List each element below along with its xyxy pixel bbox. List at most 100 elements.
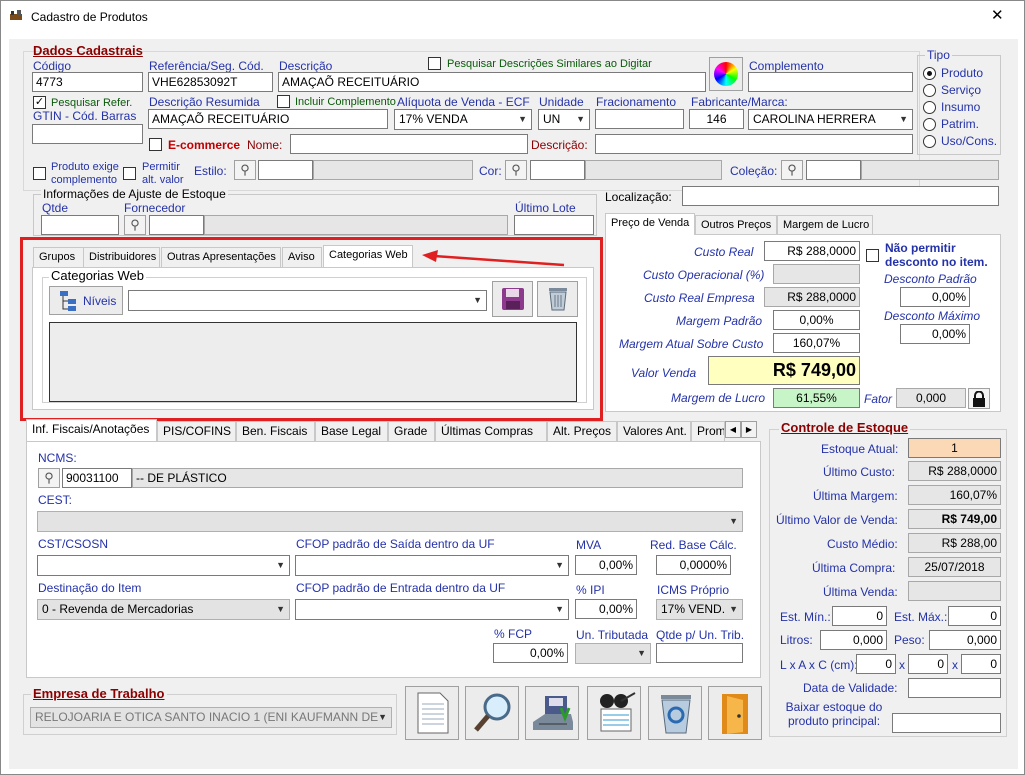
pesquisar-similares-label: Pesquisar Descrições Similares ao Digita…	[447, 58, 652, 70]
search-button[interactable]	[465, 686, 519, 740]
qtde-un-trib-input[interactable]	[656, 643, 743, 663]
nome-input[interactable]	[290, 134, 528, 154]
litros-input[interactable]: 0,000	[820, 630, 887, 650]
tipo-radio-4[interactable]	[923, 135, 936, 148]
custo-real-input[interactable]: R$ 288,0000	[764, 241, 860, 261]
incluir-complemento-checkbox[interactable]	[277, 95, 290, 108]
fornecedor-search-button[interactable]: ⚲	[124, 215, 146, 235]
preco-tab-1[interactable]: Outros Preços	[695, 215, 777, 235]
margem-padrao-input[interactable]: 0,00%	[773, 310, 860, 330]
mva-input[interactable]: 0,00%	[575, 555, 637, 575]
tipo-radio-1[interactable]	[923, 84, 936, 97]
ultima-margem-label: Última Margem:	[813, 489, 898, 503]
tabs2-scroll-right[interactable]: ▶	[741, 421, 757, 438]
estilo-search-button[interactable]: ⚲	[234, 160, 256, 180]
lock-button[interactable]	[968, 388, 990, 409]
permitir-alt-valor-checkbox[interactable]	[123, 167, 136, 180]
fcp-input[interactable]: 0,00%	[493, 643, 568, 663]
unidade-select[interactable]: UN ▼	[538, 109, 590, 130]
est-min-input[interactable]: 0	[832, 606, 887, 626]
valor-venda-input[interactable]: R$ 749,00	[708, 356, 860, 385]
color-wheel-button[interactable]	[709, 57, 743, 91]
est-max-input[interactable]: 0	[948, 606, 1001, 626]
complemento-input[interactable]	[748, 72, 913, 92]
tipo-radio-3[interactable]	[923, 118, 936, 131]
validade-input[interactable]	[908, 678, 1001, 698]
localizacao-input[interactable]	[682, 186, 999, 206]
estilo-code-input[interactable]	[258, 160, 313, 180]
ncms-label: NCMS:	[38, 451, 77, 465]
ncm-search-button[interactable]: ⚲	[38, 468, 60, 488]
ncm-code-input[interactable]: 90031100	[62, 468, 132, 488]
new-document-button[interactable]	[405, 686, 459, 740]
referencia-input[interactable]: VHE62853092T	[148, 72, 273, 92]
tabs2-scroll-left[interactable]: ◀	[725, 421, 741, 438]
gtin-label: GTIN - Cód. Barras	[33, 109, 137, 123]
preco-tab-2[interactable]: Margem de Lucro	[777, 215, 873, 235]
un-tributada-select[interactable]: ▼	[575, 643, 651, 664]
destinacao-select[interactable]: 0 - Revenda de Mercadorias ▼	[37, 599, 290, 620]
tab2-0[interactable]: Inf. Fiscais/Anotações	[26, 419, 157, 441]
tab2-1[interactable]: PIS/COFINS	[157, 421, 236, 441]
tab1-4[interactable]: Categorias Web	[323, 245, 413, 267]
peso-input[interactable]: 0,000	[929, 630, 1001, 650]
cfop-saida-select[interactable]: ▼	[295, 555, 569, 576]
altura-input[interactable]: 0	[908, 654, 948, 674]
tab2-5[interactable]: Últimas Compras	[435, 421, 547, 441]
ultimo-lote-input[interactable]	[514, 215, 594, 235]
tipo-option-label: Serviço	[941, 83, 982, 97]
largura-input[interactable]: 0	[856, 654, 896, 674]
preco-tab-0[interactable]: Preço de Venda	[605, 213, 695, 235]
cor-code-input[interactable]	[530, 160, 585, 180]
tab2-8[interactable]: Prom	[691, 421, 725, 441]
margem-atual-input[interactable]: 160,07%	[773, 333, 860, 353]
tab2-3[interactable]: Base Legal	[315, 421, 388, 441]
produto-exige-checkbox[interactable]	[33, 167, 46, 180]
red-base-input[interactable]: 0,0000%	[656, 555, 731, 575]
empresa-select[interactable]: RELOJOARIA E OTICA SANTO INACIO 1 (ENI K…	[30, 707, 392, 728]
tab2-2[interactable]: Ben. Fiscais	[236, 421, 315, 441]
cest-select[interactable]: ▼	[37, 511, 743, 532]
margem-lucro-input[interactable]: 61,55%	[773, 388, 860, 408]
tipo-radio-0[interactable]	[923, 67, 936, 80]
save-disk-button[interactable]	[525, 686, 579, 740]
pesquisar-ref-checkbox[interactable]: ✓	[33, 96, 46, 109]
estilo-label: Estilo:	[194, 164, 227, 178]
colecao-search-button[interactable]: ⚲	[781, 160, 803, 180]
desconto-padrao-input[interactable]: 0,00%	[900, 287, 970, 307]
comprimento-input[interactable]: 0	[961, 654, 1001, 674]
tab2-6[interactable]: Alt. Preços	[547, 421, 617, 441]
descricao-resumida-input[interactable]: AMAÇAÕ RECEITUÁRIO	[148, 109, 388, 129]
pesquisar-similares-checkbox[interactable]	[428, 57, 441, 70]
cor-search-button[interactable]: ⚲	[505, 160, 527, 180]
nao-permitir-desconto-checkbox[interactable]	[866, 249, 879, 262]
close-icon[interactable]: ✕	[991, 8, 1004, 23]
fabricante-code-input[interactable]: 146	[689, 109, 744, 129]
fornecedor-code-input[interactable]	[149, 215, 204, 235]
ecommerce-checkbox[interactable]	[149, 138, 162, 151]
desconto-maximo-input[interactable]: 0,00%	[900, 324, 970, 344]
exit-button[interactable]	[708, 686, 762, 740]
qtde-input[interactable]	[41, 215, 119, 235]
descricao-ecommerce-input[interactable]	[595, 134, 913, 154]
cst-select[interactable]: ▼	[37, 555, 290, 576]
search-product-button[interactable]	[587, 686, 641, 740]
fracionamento-input[interactable]	[595, 109, 684, 129]
tab2-4[interactable]: Grade	[388, 421, 435, 441]
tipo-radio-2[interactable]	[923, 101, 936, 114]
custo-op-input[interactable]	[773, 264, 860, 284]
colecao-code-input[interactable]	[806, 160, 861, 180]
icms-select[interactable]: 17% VEND. ▼	[656, 599, 743, 620]
gtin-input[interactable]	[32, 124, 143, 144]
aliquota-select[interactable]: 17% VENDA ▼	[394, 109, 532, 130]
descricao-input[interactable]: AMAÇAÕ RECEITUÁRIO	[278, 72, 706, 92]
ipi-input[interactable]: 0,00%	[575, 599, 637, 619]
delete-product-button[interactable]	[648, 686, 702, 740]
chevron-down-icon: ▼	[378, 712, 387, 722]
baixar-estoque-input[interactable]	[892, 713, 1001, 733]
fabricante-select[interactable]: CAROLINA HERRERA ▼	[748, 109, 913, 130]
tab2-7[interactable]: Valores Ant.	[617, 421, 691, 441]
incluir-complemento-label: Incluir Complemento	[295, 96, 396, 108]
codigo-input[interactable]: 4773	[32, 72, 143, 92]
cfop-entrada-select[interactable]: ▼	[295, 599, 569, 620]
